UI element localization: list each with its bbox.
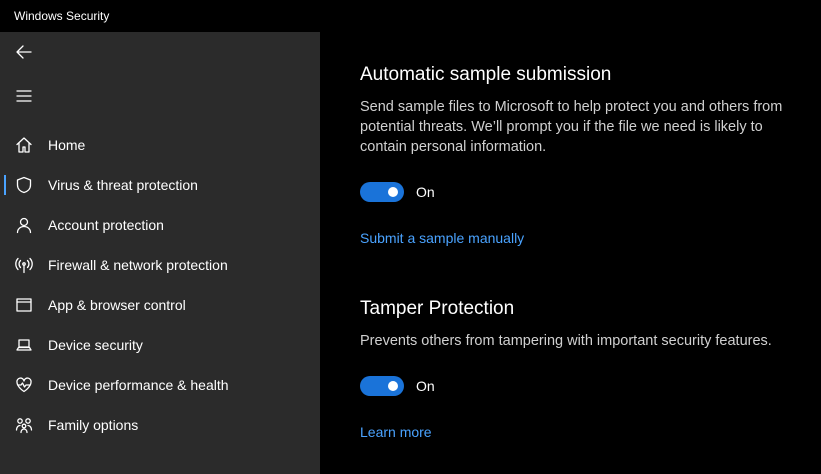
sidebar-item-label: Device performance & health bbox=[48, 377, 229, 393]
sidebar-item-account-protection[interactable]: Account protection bbox=[0, 205, 320, 245]
learn-more-link[interactable]: Learn more bbox=[360, 424, 432, 440]
sidebar-item-virus-threat-protection[interactable]: Virus & threat protection bbox=[0, 165, 320, 205]
app-window-icon bbox=[16, 298, 32, 312]
sample-submission-toggle-row: On bbox=[360, 182, 435, 202]
sample-submission-title: Automatic sample submission bbox=[360, 64, 612, 85]
tamper-protection-toggle-label: On bbox=[416, 378, 435, 394]
sidebar-item-label: Home bbox=[48, 137, 86, 153]
sidebar-item-label: Account protection bbox=[48, 217, 164, 233]
window-title: Windows Security bbox=[14, 9, 110, 23]
shield-icon bbox=[16, 176, 32, 194]
sidebar: Home Virus & threat protection Account p… bbox=[0, 32, 320, 474]
sidebar-item-label: App & browser control bbox=[48, 297, 186, 313]
sidebar-item-label: Virus & threat protection bbox=[48, 177, 198, 193]
main-content: Automatic sample submission Send sample … bbox=[320, 32, 821, 474]
submit-sample-link[interactable]: Submit a sample manually bbox=[360, 230, 524, 246]
tamper-protection-title: Tamper Protection bbox=[360, 298, 515, 319]
sidebar-item-label: Firewall & network protection bbox=[48, 257, 228, 273]
toggle-knob bbox=[388, 187, 398, 197]
menu-button[interactable] bbox=[0, 76, 48, 116]
sidebar-item-firewall-network-protection[interactable]: Firewall & network protection bbox=[0, 245, 320, 285]
sidebar-item-device-performance-health[interactable]: Device performance & health bbox=[0, 365, 320, 405]
nav-list: Home Virus & threat protection Account p… bbox=[0, 125, 320, 445]
sample-submission-toggle-label: On bbox=[416, 184, 435, 200]
laptop-icon bbox=[16, 339, 32, 351]
tamper-protection-toggle-row: On bbox=[360, 376, 435, 396]
sample-submission-description: Send sample files to Microsoft to help p… bbox=[360, 99, 783, 155]
hamburger-menu-icon bbox=[16, 90, 32, 102]
sample-submission-toggle[interactable] bbox=[360, 182, 404, 202]
antenna-icon bbox=[15, 257, 33, 274]
home-icon bbox=[16, 137, 32, 153]
sidebar-item-home[interactable]: Home bbox=[0, 125, 320, 165]
sidebar-item-device-security[interactable]: Device security bbox=[0, 325, 320, 365]
back-arrow-icon bbox=[16, 45, 32, 59]
tamper-protection-description: Prevents others from tampering with impo… bbox=[360, 333, 772, 349]
title-bar: Windows Security bbox=[0, 0, 821, 32]
family-icon bbox=[15, 418, 33, 434]
heart-pulse-icon bbox=[16, 377, 32, 393]
tamper-protection-toggle[interactable] bbox=[360, 376, 404, 396]
sidebar-item-app-browser-control[interactable]: App & browser control bbox=[0, 285, 320, 325]
toggle-knob bbox=[388, 381, 398, 391]
sidebar-item-label: Device security bbox=[48, 337, 143, 353]
back-button[interactable] bbox=[0, 32, 48, 72]
sidebar-item-family-options[interactable]: Family options bbox=[0, 405, 320, 445]
sidebar-item-label: Family options bbox=[48, 417, 139, 433]
person-icon bbox=[16, 217, 32, 234]
